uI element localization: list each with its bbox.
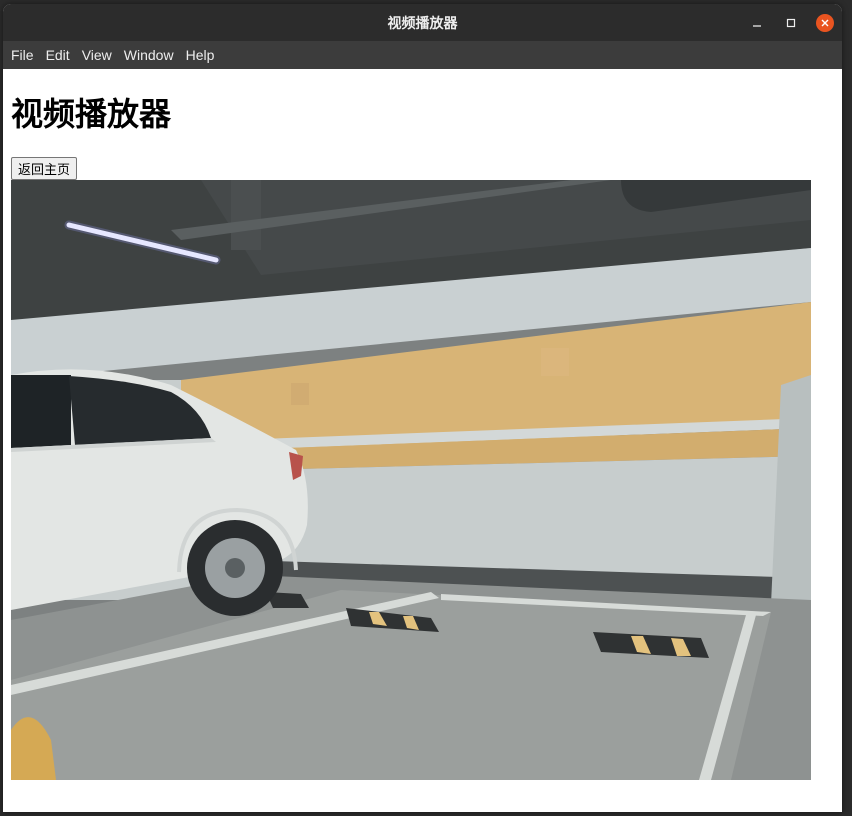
menu-help[interactable]: Help [180, 47, 221, 63]
menu-file[interactable]: File [5, 47, 40, 63]
minimize-icon[interactable] [748, 14, 766, 32]
video-player[interactable] [11, 180, 811, 780]
menu-edit[interactable]: Edit [40, 47, 76, 63]
close-icon[interactable] [816, 13, 834, 32]
menu-window[interactable]: Window [118, 47, 180, 63]
menu-view[interactable]: View [76, 47, 118, 63]
window-title: 视频播放器 [387, 15, 458, 32]
video-frame [11, 180, 811, 780]
page-content: 视频播放器 返回主页 [3, 93, 842, 780]
window-controls [748, 4, 834, 41]
title-bar[interactable]: 视频播放器 [3, 4, 842, 41]
menu-bar: File Edit View Window Help [3, 41, 842, 69]
app-window: 视频播放器 File Edit View Window Help 视频播放器 返… [3, 4, 842, 812]
page-title: 视频播放器 [11, 95, 172, 133]
maximize-icon[interactable] [782, 14, 800, 32]
back-home-button[interactable]: 返回主页 [11, 157, 78, 180]
